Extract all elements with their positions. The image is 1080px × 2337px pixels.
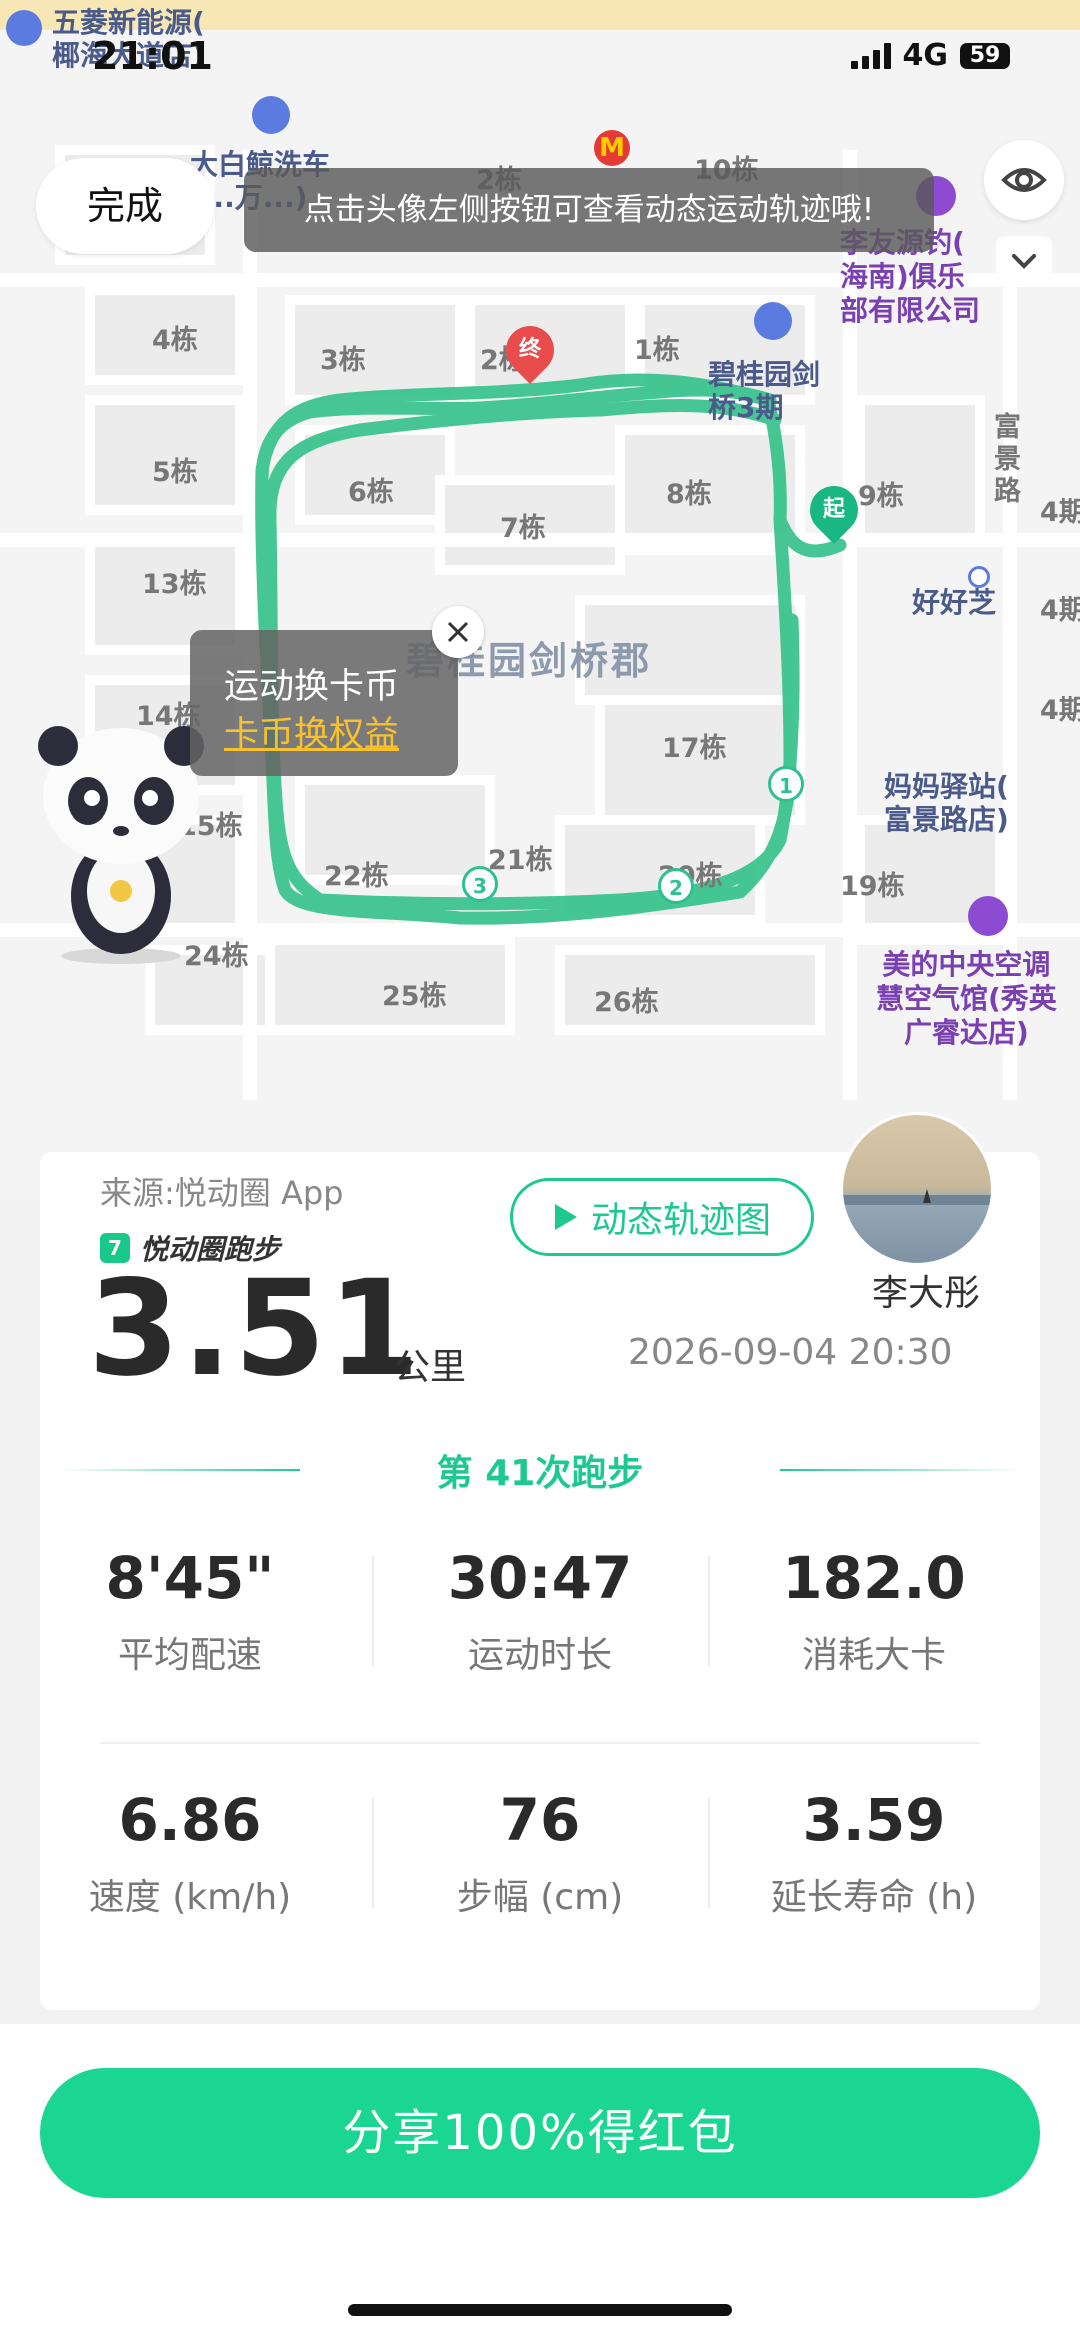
bottom-bar: 分享100%得红包 bbox=[0, 2024, 1080, 2337]
coin-tooltip-close-button[interactable] bbox=[432, 606, 484, 658]
eye-icon bbox=[1001, 168, 1047, 192]
poi-mama-station[interactable]: 妈妈驿站( 富景路店) bbox=[884, 770, 1009, 836]
network-type: 4G bbox=[902, 38, 949, 73]
building-label: 21栋 bbox=[488, 845, 553, 876]
km-marker[interactable]: 3 bbox=[462, 866, 498, 902]
building-label: 6栋 bbox=[348, 477, 394, 508]
building-label: 5栋 bbox=[152, 457, 198, 488]
stat-duration: 30:47 运动时长 bbox=[447, 1544, 633, 1676]
km-marker[interactable]: 2 bbox=[658, 868, 694, 904]
building-label: 4栋 bbox=[152, 325, 198, 356]
stat-calories: 182.0 消耗大卡 bbox=[782, 1544, 966, 1676]
stat-life-extension: 3.59 延长寿命 (h) bbox=[770, 1786, 978, 1918]
area-label: 4期 bbox=[1040, 695, 1080, 726]
building-label: 25栋 bbox=[382, 981, 447, 1012]
building-label: 13栋 bbox=[142, 569, 207, 600]
coin-exchange-link[interactable]: 卡币换权益 bbox=[224, 706, 399, 757]
building-label: 9栋 bbox=[858, 481, 904, 512]
user-name: 李大彤 bbox=[872, 1273, 981, 1314]
area-label: 4期 bbox=[1040, 595, 1080, 626]
panda-mascot-icon[interactable] bbox=[36, 716, 206, 966]
source-label: 来源:悦动圈 App bbox=[100, 1174, 344, 1212]
building-label: 17栋 bbox=[662, 733, 727, 764]
start-pin[interactable]: 起 bbox=[800, 476, 868, 544]
building-label: 1栋 bbox=[634, 335, 680, 366]
building-label: 22栋 bbox=[324, 861, 389, 892]
car-wash-icon[interactable] bbox=[252, 96, 290, 134]
residential-icon[interactable] bbox=[754, 302, 792, 340]
km-marker[interactable]: 1 bbox=[768, 766, 804, 802]
avatar[interactable] bbox=[840, 1112, 994, 1266]
shop-icon[interactable] bbox=[968, 896, 1008, 936]
end-pin[interactable]: 终 bbox=[496, 316, 564, 384]
tip-banner: 点击头像左侧按钮可查看动态运动轨迹哦! bbox=[244, 168, 934, 252]
collapse-button[interactable] bbox=[996, 236, 1052, 286]
run-summary-card: 来源:悦动圈 App 7 悦动圈跑步 3.51 公里 动态轨迹图 李大彤 202… bbox=[40, 1112, 1040, 2010]
chevron-down-icon bbox=[1012, 254, 1036, 269]
stat-stride: 76 步幅 (cm) bbox=[456, 1786, 624, 1918]
run-count-divider: 第 41次跑步 bbox=[40, 1444, 1040, 1496]
distance-unit: 公里 bbox=[394, 1347, 467, 1388]
avatar-image bbox=[843, 1189, 991, 1205]
building-label: 26栋 bbox=[594, 987, 659, 1018]
dynamic-track-button[interactable]: 动态轨迹图 bbox=[510, 1178, 814, 1256]
poi-midea[interactable]: 美的中央空调 慧空气馆(秀英 广睿达店) bbox=[876, 948, 1057, 1050]
divider bbox=[372, 1798, 374, 1908]
status-icons: 4G 59 bbox=[850, 38, 1010, 73]
stat-speed: 6.86 速度 (km/h) bbox=[88, 1786, 292, 1918]
poi-dot-icon[interactable] bbox=[968, 566, 990, 588]
road-fujing: 富 景 路 bbox=[994, 412, 1021, 507]
done-button[interactable]: 完成 bbox=[36, 158, 214, 254]
divider bbox=[708, 1798, 710, 1908]
run-datetime: 2026-09-04 20:30 bbox=[628, 1332, 953, 1373]
share-button[interactable]: 分享100%得红包 bbox=[40, 2068, 1040, 2198]
building-label: 7栋 bbox=[500, 513, 546, 544]
poi-haohaozhi[interactable]: 好好芝 bbox=[912, 586, 996, 619]
status-time: 21:01 bbox=[92, 34, 213, 78]
coin-tooltip: 运动换卡币 卡币换权益 bbox=[190, 630, 458, 776]
home-indicator[interactable] bbox=[348, 2304, 732, 2316]
building-label: 8栋 bbox=[666, 479, 712, 510]
play-icon bbox=[554, 1204, 577, 1230]
eye-toggle-button[interactable] bbox=[984, 140, 1064, 220]
mcdonalds-icon[interactable]: M bbox=[594, 130, 630, 166]
divider bbox=[100, 1742, 980, 1744]
distance-value: 3.51 bbox=[88, 1252, 422, 1406]
building-label: 19栋 bbox=[840, 871, 905, 902]
close-icon bbox=[447, 621, 469, 643]
car-icon[interactable] bbox=[6, 10, 42, 46]
run-count: 第 41次跑步 bbox=[436, 1453, 644, 1494]
coin-tooltip-title: 运动换卡币 bbox=[224, 667, 400, 707]
divider bbox=[708, 1556, 710, 1666]
poi-bgy-phase3[interactable]: 碧桂园剑 桥3期 bbox=[708, 358, 820, 424]
divider bbox=[372, 1556, 374, 1666]
building-label: 3栋 bbox=[320, 345, 366, 376]
battery-icon: 59 bbox=[960, 42, 1010, 69]
stat-avg-pace: 8'45" 平均配速 bbox=[105, 1544, 275, 1676]
area-label: 4期 bbox=[1040, 497, 1080, 528]
signal-icon bbox=[850, 42, 891, 69]
route-map[interactable]: 4栋 3栋 2栋 1栋 5栋 6栋 7栋 8栋 9栋 13栋 14栋 17栋 2… bbox=[0, 0, 1080, 1200]
